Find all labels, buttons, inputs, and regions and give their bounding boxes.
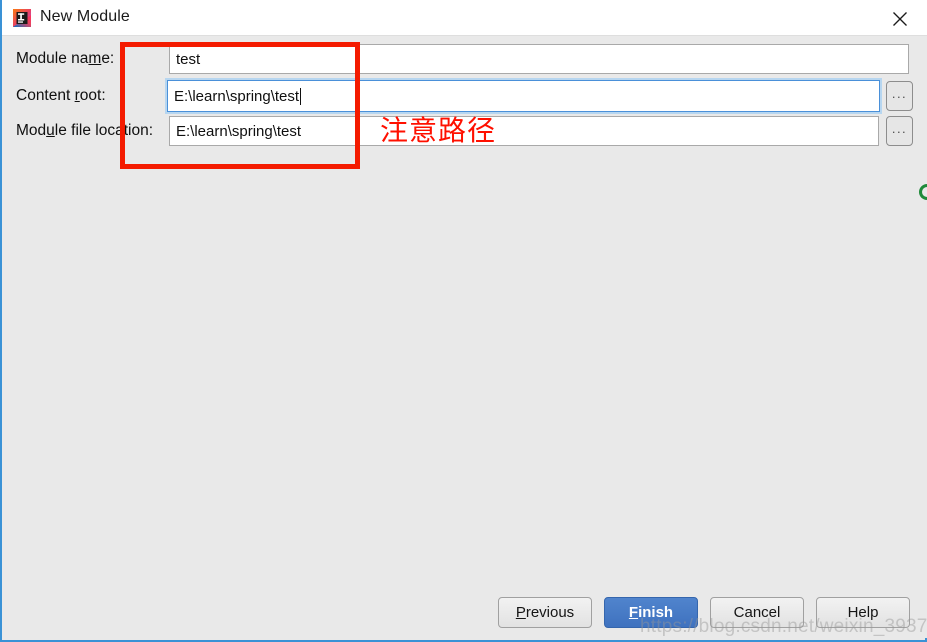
help-button[interactable]: Help xyxy=(816,597,910,628)
background-artifact xyxy=(919,184,927,200)
content-root-browse-button[interactable]: ... xyxy=(886,81,913,111)
module-name-input[interactable] xyxy=(169,44,909,74)
intellij-idea-icon xyxy=(13,9,31,27)
label-module-file-location: Module file location: xyxy=(16,122,154,139)
finish-button[interactable]: Finish xyxy=(604,597,698,628)
form-panel: Module name: Content root: E:\learn\spri… xyxy=(4,36,927,596)
close-icon[interactable] xyxy=(873,0,927,36)
label-content-root: Content root: xyxy=(16,87,106,104)
content-root-input[interactable]: E:\learn\spring\test xyxy=(167,80,880,112)
module-file-location-browse-button[interactable]: ... xyxy=(886,116,913,146)
title-bar: New Module xyxy=(2,0,927,36)
module-file-location-input[interactable] xyxy=(169,116,879,146)
new-module-dialog: New Module Module name: Content root: E:… xyxy=(0,0,927,642)
cancel-button[interactable]: Cancel xyxy=(710,597,804,628)
finish-label-rest: inish xyxy=(638,604,674,621)
field-row-module-name: Module name: xyxy=(4,44,927,74)
label-module-name: Module name: xyxy=(16,50,115,67)
window-title: New Module xyxy=(40,8,130,25)
previous-button[interactable]: Previous xyxy=(498,597,592,628)
text-caret xyxy=(300,87,302,105)
dialog-button-bar: Previous Finish Cancel Help xyxy=(4,594,927,638)
field-row-content-root: Content root: E:\learn\spring\test ... xyxy=(4,80,927,112)
content-root-value: E:\learn\spring\test xyxy=(174,87,300,105)
field-row-module-file-location: Module file location: ... xyxy=(4,116,927,146)
